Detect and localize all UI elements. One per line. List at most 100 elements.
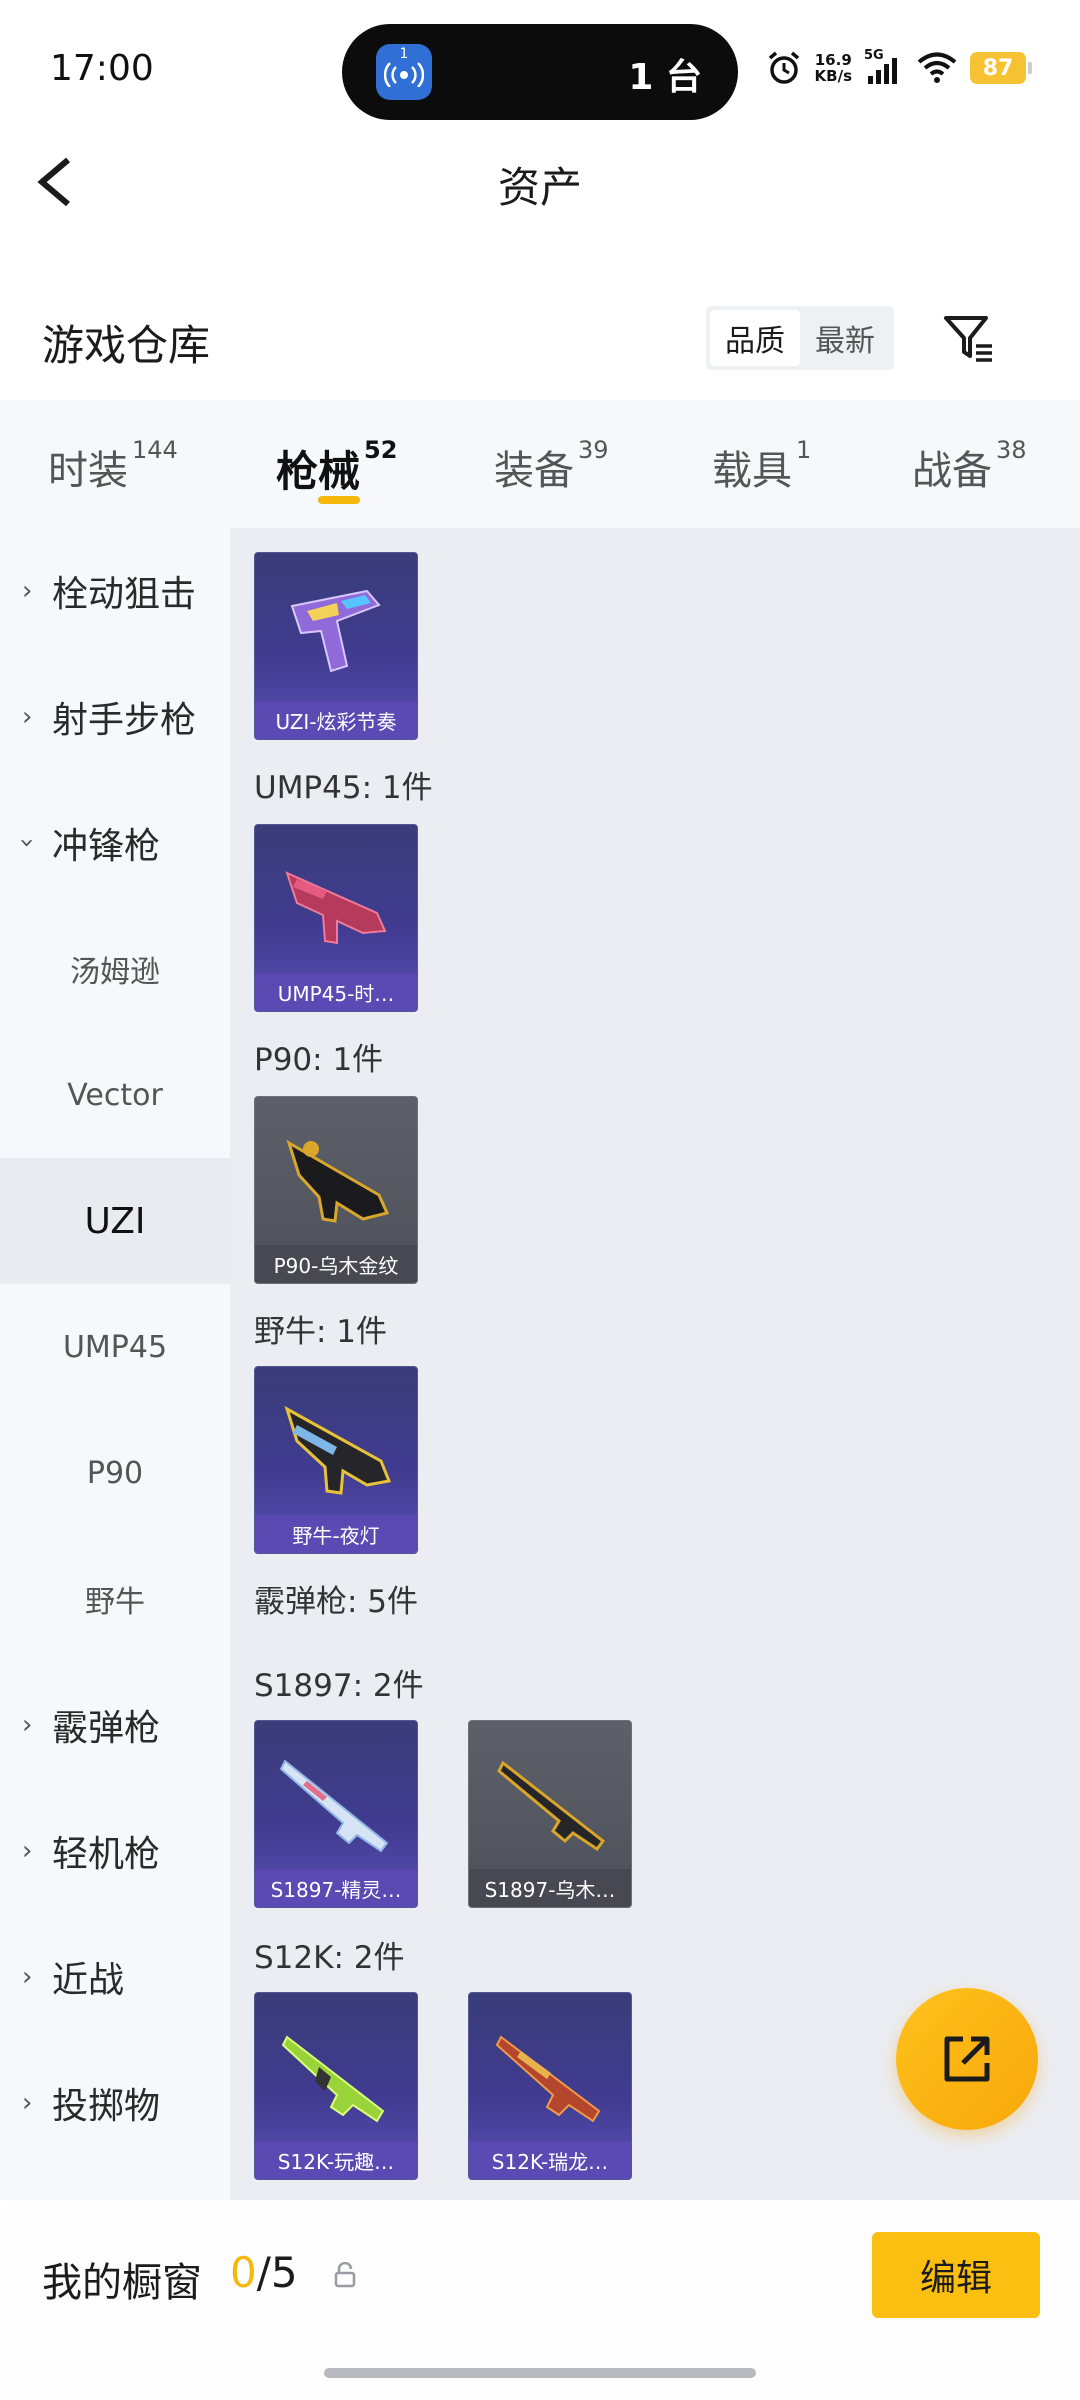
section-label-bizon: 野牛: 1件 <box>254 1314 388 1350</box>
net-speed-value: 16.9 <box>814 51 852 69</box>
chevron-down-icon: › <box>12 837 43 849</box>
s1897-ebony-skin-icon <box>497 1760 606 1852</box>
sidebar-item-label: UMP45 <box>62 1329 168 1365</box>
chevron-right-icon: › <box>22 1710 33 1740</box>
s12k-fun-skin-icon <box>281 2035 385 2123</box>
tab-firearms[interactable]: 枪械 52 <box>276 436 398 499</box>
item-card-s1897-a[interactable]: S1897-精灵… <box>254 1720 418 1908</box>
sidebar-item-ump45[interactable]: UMP45 <box>0 1284 230 1410</box>
sidebar-item-label: 轻机枪 <box>52 1834 161 1875</box>
sidebar-item-label: P90 <box>86 1455 144 1491</box>
tab-vehicles[interactable]: 载具 1 <box>712 436 812 496</box>
section-label-ump45: UMP45: 1件 <box>254 770 433 806</box>
item-card-bizon[interactable]: 野牛-夜灯 <box>254 1366 418 1554</box>
item-name: 野牛-夜灯 <box>255 1515 417 1553</box>
status-bar: 17:00 1 1 台 16.9 KB/s 5G 87 <box>0 0 1080 130</box>
edit-button[interactable]: 编辑 <box>872 2232 1040 2318</box>
sidebar-item-label: Vector <box>67 1077 163 1113</box>
chevron-right-icon: › <box>22 2088 33 2118</box>
showcase-current: 0 <box>230 2248 257 2297</box>
filter-button[interactable] <box>940 310 996 366</box>
section-label-s12k: S12K: 2件 <box>254 1940 405 1976</box>
sort-quality-option[interactable]: 品质 <box>710 310 800 366</box>
island-badge: 1 <box>399 46 409 62</box>
tab-label: 时装 <box>48 448 128 494</box>
warehouse-header: 游戏仓库 品质 最新 <box>0 290 1080 386</box>
page-title: 资产 <box>497 163 582 212</box>
section-label-p90: P90: 1件 <box>254 1042 384 1078</box>
showcase-total: /5 <box>256 2248 298 2297</box>
s12k-dragon-skin-icon <box>495 2035 601 2123</box>
filter-icon <box>944 316 992 362</box>
sidebar-item-throwables[interactable]: › 投掷物 <box>0 2040 230 2166</box>
category-tabs: 时装 144 枪械 52 装备 39 载具 1 战备 38 <box>0 400 1080 528</box>
lock-icon <box>334 2262 356 2288</box>
tab-count: 144 <box>132 436 178 464</box>
tab-label: 装备 <box>494 448 574 494</box>
cellular-signal-icon: 5G <box>864 48 904 88</box>
tab-count: 38 <box>996 436 1027 464</box>
item-card-p90[interactable]: P90-乌木金纹 <box>254 1096 418 1284</box>
sort-newest-option[interactable]: 最新 <box>800 310 890 366</box>
item-name: UZI-炫彩节奏 <box>255 701 417 739</box>
showcase-bar: 我的橱窗 0/5 编辑 <box>0 2200 1080 2400</box>
ump45-skin-icon <box>285 871 387 945</box>
chevron-right-icon: › <box>22 1836 33 1866</box>
home-indicator[interactable] <box>324 2368 756 2378</box>
item-card-s12k-a[interactable]: S12K-玩趣… <box>254 1992 418 2180</box>
sidebar-item-label: 射手步枪 <box>52 700 197 741</box>
uzi-skin-icon <box>290 589 381 673</box>
item-card-ump45[interactable]: UMP45-时… <box>254 824 418 1012</box>
share-fab[interactable] <box>896 1988 1038 2130</box>
tab-fashion[interactable]: 时装 144 <box>48 436 178 496</box>
sidebar-item-label: 冲锋枪 <box>52 826 161 867</box>
sidebar-item-melee[interactable]: › 近战 <box>0 1914 230 2040</box>
s1897-elf-skin-icon <box>279 1759 389 1853</box>
sidebar-item-thompson[interactable]: 汤姆逊 <box>0 906 230 1032</box>
section-label-shotgun: 霰弹枪: 5件 <box>254 1584 419 1620</box>
tab-count: 1 <box>796 436 812 464</box>
weapon-category-sidebar: › 栓动狙击 › 射手步枪 › 冲锋枪 汤姆逊 Vector UZI UMP45… <box>0 528 230 2200</box>
sidebar-item-vector[interactable]: Vector <box>0 1032 230 1158</box>
sort-toggle: 品质 最新 <box>706 306 894 370</box>
sidebar-item-uzi[interactable]: UZI <box>0 1158 230 1284</box>
tab-combat-gear[interactable]: 战备 38 <box>912 436 1027 496</box>
showcase-count: 0/5 <box>230 2248 298 2297</box>
active-tab-indicator <box>318 496 360 504</box>
tab-equipment[interactable]: 装备 39 <box>494 436 609 496</box>
warehouse-title: 游戏仓库 <box>42 321 211 370</box>
status-icons: 16.9 KB/s 5G 87 <box>765 48 1032 88</box>
battery-indicator: 87 <box>970 52 1032 84</box>
share-external-icon <box>944 2036 990 2082</box>
sidebar-item-lmg[interactable]: › 轻机枪 <box>0 1788 230 1914</box>
island-count: 1 台 <box>628 57 702 98</box>
item-name: UMP45-时… <box>255 973 417 1011</box>
tab-count: 39 <box>578 436 609 464</box>
p90-skin-icon <box>286 1139 390 1223</box>
item-name: S12K-瑞龙… <box>469 2141 631 2179</box>
sidebar-item-bizon[interactable]: 野牛 <box>0 1536 230 1662</box>
tab-count: 52 <box>364 436 398 464</box>
sidebar-item-bolt-sniper[interactable]: › 栓动狙击 <box>0 528 230 654</box>
sidebar-item-shotgun[interactable]: › 霰弹枪 <box>0 1662 230 1788</box>
sidebar-item-p90[interactable]: P90 <box>0 1410 230 1536</box>
sidebar-item-label: 栓动狙击 <box>52 574 197 615</box>
chevron-right-icon: › <box>22 1962 33 1992</box>
bizon-skin-icon <box>284 1405 392 1495</box>
item-card-s12k-b[interactable]: S12K-瑞龙… <box>468 1992 632 2180</box>
sidebar-item-label: 汤姆逊 <box>70 955 160 990</box>
tab-label: 载具 <box>712 448 792 494</box>
showcase-label: 我的橱窗 <box>42 2260 202 2306</box>
item-name: S12K-玩趣… <box>255 2141 417 2179</box>
sidebar-item-label: 野牛 <box>85 1585 145 1620</box>
sidebar-item-label: 近战 <box>52 1960 125 2001</box>
net-speed-unit: KB/s <box>814 67 852 85</box>
sidebar-item-marksman-rifle[interactable]: › 射手步枪 <box>0 654 230 780</box>
alarm-icon <box>768 51 799 84</box>
chevron-right-icon: › <box>22 576 33 606</box>
sidebar-item-smg[interactable]: › 冲锋枪 <box>0 780 230 906</box>
item-card-uzi[interactable]: UZI-炫彩节奏 <box>254 552 418 740</box>
dynamic-island[interactable]: 1 1 台 <box>342 24 738 120</box>
tab-label: 战备 <box>912 448 992 494</box>
item-card-s1897-b[interactable]: S1897-乌木… <box>468 1720 632 1908</box>
